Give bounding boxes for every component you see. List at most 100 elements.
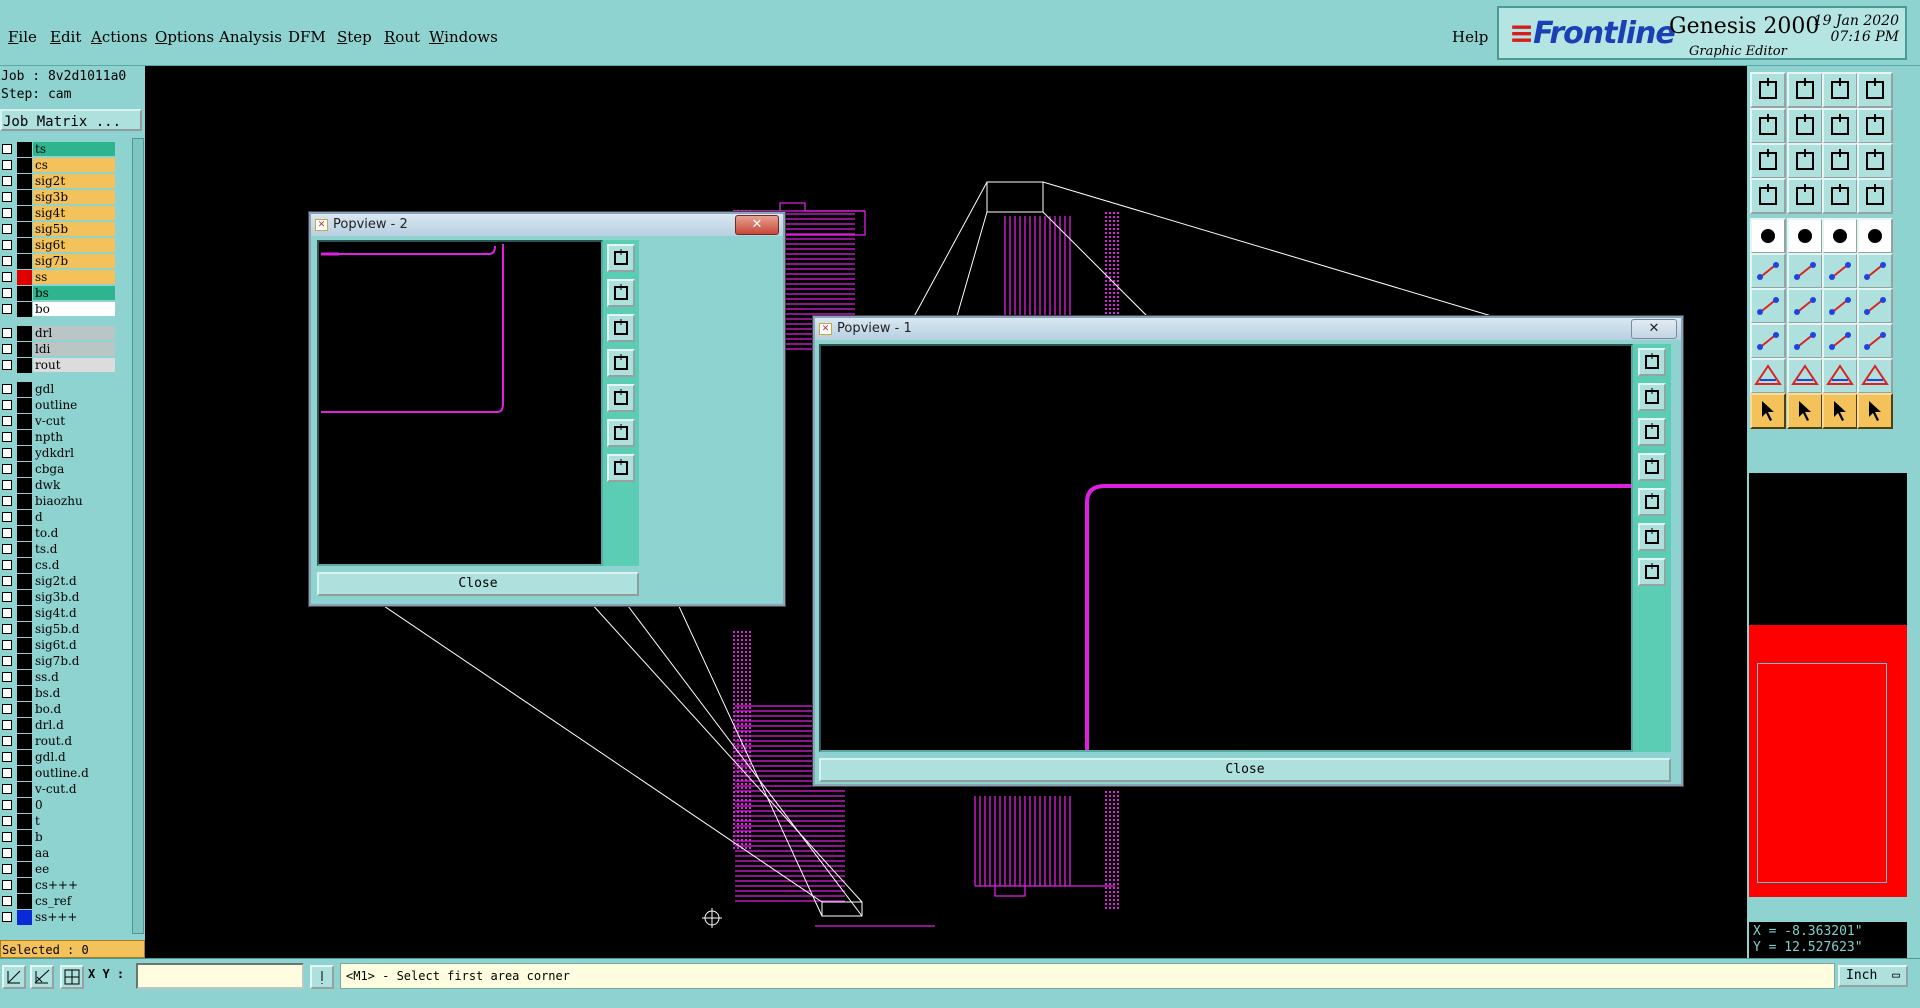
layer-checkbox[interactable]: [2, 736, 12, 746]
popview-tool-icon[interactable]: [607, 279, 635, 307]
layer-row-sig7b.d[interactable]: sig7b.d: [0, 654, 116, 669]
layer-row-outline[interactable]: outline: [0, 398, 116, 413]
layer-row-bo.d[interactable]: bo.d: [0, 702, 116, 717]
layer-row-v-cut[interactable]: v-cut: [0, 414, 116, 429]
layer-color-swatch[interactable]: [17, 446, 32, 461]
layer-color-swatch[interactable]: [17, 606, 32, 621]
menu-edit[interactable]: Edit: [50, 28, 81, 46]
layer-color-swatch[interactable]: [17, 174, 32, 189]
layer-name[interactable]: cs: [33, 158, 115, 172]
layer-name[interactable]: sig6t: [33, 238, 115, 252]
layer-checkbox[interactable]: [2, 384, 12, 394]
overview-map[interactable]: [1749, 473, 1907, 897]
zoom-center-icon[interactable]: [1787, 143, 1823, 179]
layer-name[interactable]: cbga: [33, 462, 115, 476]
layer-row-drl[interactable]: drl: [0, 326, 116, 341]
layer-color-swatch[interactable]: [17, 510, 32, 525]
layer-row-outline.d[interactable]: outline.d: [0, 766, 116, 781]
layer-checkbox[interactable]: [2, 240, 12, 250]
layer-checkbox[interactable]: [2, 704, 12, 714]
layer-name[interactable]: drl.d: [33, 718, 115, 732]
pointer-multi-icon[interactable]: [1857, 393, 1893, 429]
layer-row-cs+++[interactable]: cs+++: [0, 878, 116, 893]
zoom-fit-icon[interactable]: [1750, 143, 1786, 179]
layer-name[interactable]: 0: [33, 798, 115, 812]
layer-name[interactable]: sig3b.d: [33, 590, 115, 604]
layer-checkbox[interactable]: [2, 592, 12, 602]
array-icon[interactable]: [1857, 323, 1893, 359]
open-icon[interactable]: [1787, 72, 1823, 108]
layer-name[interactable]: outline: [33, 398, 115, 412]
layer-color-swatch[interactable]: [17, 846, 32, 861]
menu-step[interactable]: Step: [337, 28, 372, 46]
layer-color-swatch[interactable]: [17, 814, 32, 829]
layer-name[interactable]: gdl.d: [33, 750, 115, 764]
layer-checkbox[interactable]: [2, 720, 12, 730]
cross-icon[interactable]: [1787, 253, 1823, 289]
popview-tool-icon[interactable]: [1638, 488, 1666, 516]
layer-row-t[interactable]: t: [0, 814, 116, 829]
pointer-icon[interactable]: [1750, 393, 1786, 429]
copy-icon[interactable]: [1750, 323, 1786, 359]
layer-checkbox[interactable]: [2, 192, 12, 202]
pointer-select-icon[interactable]: [1787, 393, 1823, 429]
layer-row-b[interactable]: b: [0, 830, 116, 845]
layer-row-ss.d[interactable]: ss.d: [0, 670, 116, 685]
layer-row-gdl.d[interactable]: gdl.d: [0, 750, 116, 765]
layer-name[interactable]: bs.d: [33, 686, 115, 700]
triangle-b-icon[interactable]: [1822, 358, 1858, 394]
layer-row-sig3b[interactable]: sig3b: [0, 190, 116, 205]
layer-color-swatch[interactable]: [17, 910, 32, 925]
layer-name[interactable]: drl: [33, 326, 115, 340]
layer-row-aa[interactable]: aa: [0, 846, 116, 861]
layer-name[interactable]: outline.d: [33, 766, 115, 780]
layer-color-swatch[interactable]: [17, 158, 32, 173]
layer-row-sig6t[interactable]: sig6t: [0, 238, 116, 253]
layer-color-swatch[interactable]: [17, 382, 32, 397]
layer-checkbox[interactable]: [2, 880, 12, 890]
snap-icon[interactable]: [2, 965, 26, 989]
layer-name[interactable]: aa: [33, 846, 115, 860]
layer-color-swatch[interactable]: [17, 878, 32, 893]
fit-window-icon[interactable]: [1857, 72, 1893, 108]
circle-icon[interactable]: [1857, 218, 1893, 254]
layer-checkbox[interactable]: [2, 864, 12, 874]
layer-checkbox[interactable]: [2, 848, 12, 858]
layer-checkbox[interactable]: [2, 624, 12, 634]
popview-tool-icon[interactable]: [607, 454, 635, 482]
layer-color-swatch[interactable]: [17, 398, 32, 413]
layer-color-swatch[interactable]: [17, 718, 32, 733]
layer-name[interactable]: cs.d: [33, 558, 115, 572]
layer-checkbox[interactable]: [2, 672, 12, 682]
popview-2-view[interactable]: [317, 240, 603, 566]
layer-color-swatch[interactable]: [17, 734, 32, 749]
layer-color-swatch[interactable]: [17, 414, 32, 429]
popview-tool-icon[interactable]: [607, 314, 635, 342]
layer-checkbox[interactable]: [2, 528, 12, 538]
popview-tool-icon[interactable]: [1638, 383, 1666, 411]
layer-row-drl.d[interactable]: drl.d: [0, 718, 116, 733]
layer-row-sig4t.d[interactable]: sig4t.d: [0, 606, 116, 621]
layer-name[interactable]: ts: [33, 142, 115, 156]
snap-icon[interactable]: [1787, 178, 1823, 214]
popview-tool-icon[interactable]: [1638, 523, 1666, 551]
net-icon[interactable]: [1750, 253, 1786, 289]
layer-color-swatch[interactable]: [17, 478, 32, 493]
layer-checkbox[interactable]: [2, 896, 12, 906]
layer-checkbox[interactable]: [2, 816, 12, 826]
layer-checkbox[interactable]: [2, 480, 12, 490]
layer-color-swatch[interactable]: [17, 638, 32, 653]
popview-tool-icon[interactable]: [607, 419, 635, 447]
layer-checkbox[interactable]: [2, 608, 12, 618]
layer-color-swatch[interactable]: [17, 326, 32, 341]
layer-checkbox[interactable]: [2, 176, 12, 186]
layer-checkbox[interactable]: [2, 912, 12, 922]
layers-icon[interactable]: [1822, 178, 1858, 214]
layer-checkbox[interactable]: [2, 416, 12, 426]
slash-icon[interactable]: [1787, 288, 1823, 324]
triangle-a-icon[interactable]: [1787, 358, 1823, 394]
layer-name[interactable]: ss.d: [33, 670, 115, 684]
layer-name[interactable]: rout: [33, 358, 115, 372]
info-icon[interactable]: [310, 965, 334, 989]
layer-checkbox[interactable]: [2, 784, 12, 794]
